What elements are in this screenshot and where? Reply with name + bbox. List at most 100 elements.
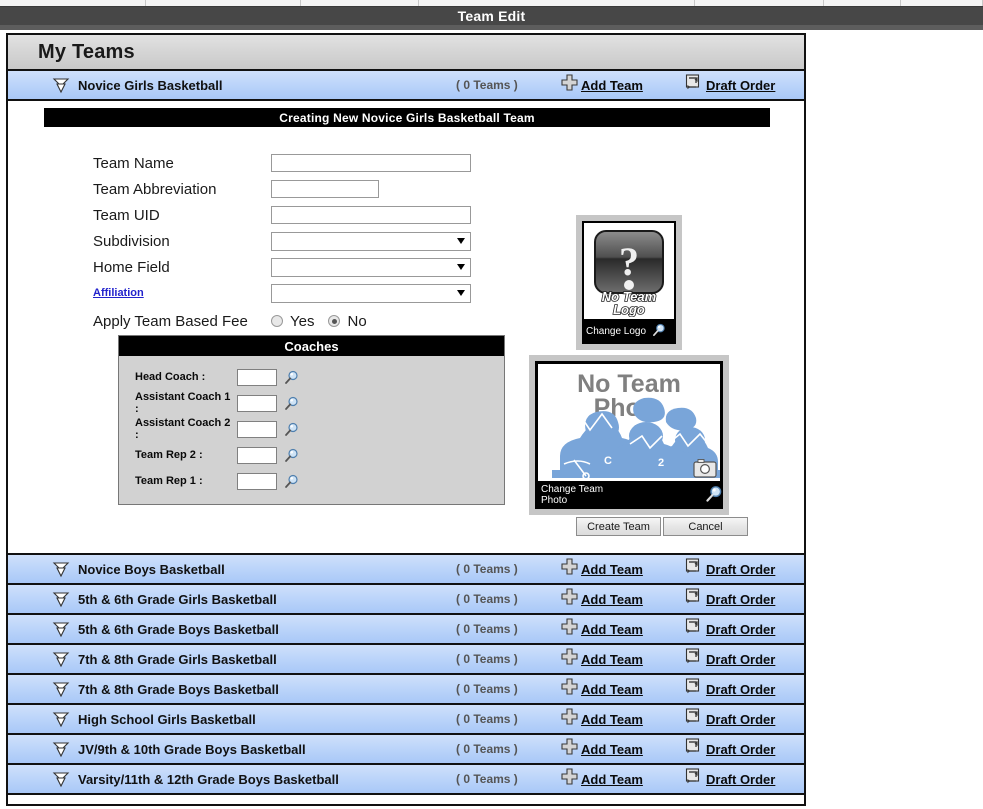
add-team-action[interactable]: Add Team — [561, 768, 643, 790]
division-row-novice-boys[interactable]: Novice Boys Basketball ( 0 Teams ) Add T… — [8, 555, 804, 585]
team-uid-input[interactable] — [271, 206, 471, 224]
team-name-input[interactable] — [271, 154, 471, 172]
add-team-action[interactable]: Add Team — [561, 558, 643, 580]
fee-radio-yes-label: Yes — [290, 312, 315, 330]
field-label: Apply Team Based Fee — [93, 312, 248, 330]
add-team-label[interactable]: Add Team — [581, 592, 643, 607]
draft-order-action[interactable]: Draft Order — [685, 738, 775, 760]
coach-label: Team Rep 2 : — [135, 449, 203, 461]
add-team-label[interactable]: Add Team — [581, 712, 643, 727]
team-create-form: Creating New Novice Girls Basketball Tea… — [8, 108, 804, 555]
collapse-arrow-icon[interactable] — [48, 75, 74, 95]
division-row-novice-girls[interactable]: Novice Girls Basketball ( 0 Teams ) Add … — [8, 71, 804, 101]
search-icon[interactable] — [284, 396, 299, 411]
form-title-bar: Creating New Novice Girls Basketball Tea… — [44, 108, 770, 127]
draft-order-action[interactable]: Draft Order — [685, 708, 775, 730]
draft-order-action[interactable]: Draft Order — [685, 588, 775, 610]
add-team-action[interactable]: Add Team — [561, 678, 643, 700]
division-row-7th-8th-girls[interactable]: 7th & 8th Grade Girls Basketball ( 0 Tea… — [8, 645, 804, 675]
search-icon[interactable] — [284, 422, 299, 437]
home-field-select[interactable] — [271, 257, 471, 277]
add-team-action[interactable]: Add Team — [561, 74, 643, 96]
draft-order-label[interactable]: Draft Order — [706, 712, 775, 727]
add-team-action[interactable]: Add Team — [561, 648, 643, 670]
expand-arrow-icon[interactable] — [48, 679, 74, 699]
draft-order-icon — [685, 588, 703, 610]
draft-order-action[interactable]: Draft Order — [685, 678, 775, 700]
draft-order-action[interactable]: Draft Order — [685, 74, 775, 96]
add-team-label[interactable]: Add Team — [581, 682, 643, 697]
add-team-label[interactable]: Add Team — [581, 652, 643, 667]
add-team-action[interactable]: Add Team — [561, 708, 643, 730]
draft-order-action[interactable]: Draft Order — [685, 768, 775, 790]
add-team-label[interactable]: Add Team — [581, 772, 643, 787]
division-row-5th-6th-girls[interactable]: 5th & 6th Grade Girls Basketball ( 0 Tea… — [8, 585, 804, 615]
add-team-action[interactable]: Add Team — [561, 738, 643, 760]
add-team-label[interactable]: Add Team — [581, 78, 643, 93]
draft-order-label[interactable]: Draft Order — [706, 742, 775, 757]
add-team-action[interactable]: Add Team — [561, 588, 643, 610]
create-team-button[interactable]: Create Team — [576, 517, 661, 536]
main-content-panel: My Teams Novice Girls Basketball ( 0 Tea… — [6, 33, 806, 806]
team-rep-2-input[interactable] — [237, 446, 277, 464]
expand-arrow-icon[interactable] — [48, 769, 74, 789]
draft-order-label[interactable]: Draft Order — [706, 78, 775, 93]
subdivision-select[interactable] — [271, 231, 471, 251]
coach-row-assistant-coach-1: Assistant Coach 1 : — [119, 390, 504, 416]
form-fields: Team Name Team Abbreviation Team UID Sub… — [93, 150, 471, 336]
draft-order-label[interactable]: Draft Order — [706, 682, 775, 697]
cancel-button[interactable]: Cancel — [663, 517, 748, 536]
window-title: Team Edit — [457, 8, 526, 24]
affiliation-link[interactable]: Affiliation — [93, 287, 271, 299]
fee-radio-yes[interactable] — [271, 315, 283, 327]
team-photo-inner: No Team Photo C 2 Change Team Photo — [535, 361, 723, 509]
assistant-coach-1-input[interactable] — [237, 394, 277, 412]
draft-order-icon — [685, 618, 703, 640]
draft-order-icon — [685, 558, 703, 580]
search-icon[interactable] — [284, 448, 299, 463]
search-icon[interactable] — [284, 370, 299, 385]
change-team-photo-label[interactable]: Change Team Photo — [541, 484, 630, 506]
division-row-7th-8th-boys[interactable]: 7th & 8th Grade Boys Basketball ( 0 Team… — [8, 675, 804, 705]
add-team-label[interactable]: Add Team — [581, 562, 643, 577]
search-icon[interactable] — [284, 474, 299, 489]
affiliation-select[interactable] — [271, 283, 471, 303]
search-icon[interactable] — [652, 323, 666, 340]
plus-icon — [561, 648, 578, 670]
field-team-uid: Team UID — [93, 202, 471, 228]
draft-order-label[interactable]: Draft Order — [706, 592, 775, 607]
division-team-count: ( 0 Teams ) — [456, 772, 518, 786]
draft-order-label[interactable]: Draft Order — [706, 622, 775, 637]
team-rep-1-input[interactable] — [237, 472, 277, 490]
coach-row-team-rep-2: Team Rep 2 : — [119, 442, 504, 468]
expand-arrow-icon[interactable] — [48, 649, 74, 669]
assistant-coach-2-input[interactable] — [237, 420, 277, 438]
draft-order-action[interactable]: Draft Order — [685, 648, 775, 670]
change-logo-label[interactable]: Change Logo — [586, 326, 646, 337]
search-icon[interactable] — [705, 485, 723, 506]
expand-arrow-icon[interactable] — [48, 619, 74, 639]
add-team-action[interactable]: Add Team — [561, 618, 643, 640]
field-label: Home Field — [93, 258, 170, 276]
head-coach-input[interactable] — [237, 368, 277, 386]
division-row-5th-6th-boys[interactable]: 5th & 6th Grade Boys Basketball ( 0 Team… — [8, 615, 804, 645]
add-team-label[interactable]: Add Team — [581, 742, 643, 757]
expand-arrow-icon[interactable] — [48, 739, 74, 759]
draft-order-label[interactable]: Draft Order — [706, 562, 775, 577]
draft-order-label[interactable]: Draft Order — [706, 652, 775, 667]
svg-text:2: 2 — [658, 457, 664, 469]
draft-order-action[interactable]: Draft Order — [685, 618, 775, 640]
add-team-label[interactable]: Add Team — [581, 622, 643, 637]
draft-order-label[interactable]: Draft Order — [706, 772, 775, 787]
expand-arrow-icon[interactable] — [48, 559, 74, 579]
division-row-varsity-11th-12th-boys[interactable]: Varsity/11th & 12th Grade Boys Basketbal… — [8, 765, 804, 795]
fee-radio-no[interactable] — [328, 315, 341, 327]
division-row-high-school-girls[interactable]: High School Girls Basketball ( 0 Teams )… — [8, 705, 804, 735]
expand-arrow-icon[interactable] — [48, 589, 74, 609]
division-row-jv-9th-10th-boys[interactable]: JV/9th & 10th Grade Boys Basketball ( 0 … — [8, 735, 804, 765]
change-logo-action[interactable]: Change Logo — [582, 320, 676, 342]
team-abbreviation-input[interactable] — [271, 180, 379, 198]
change-team-photo-action[interactable]: Change Team Photo — [535, 483, 723, 507]
expand-arrow-icon[interactable] — [48, 709, 74, 729]
draft-order-action[interactable]: Draft Order — [685, 558, 775, 580]
